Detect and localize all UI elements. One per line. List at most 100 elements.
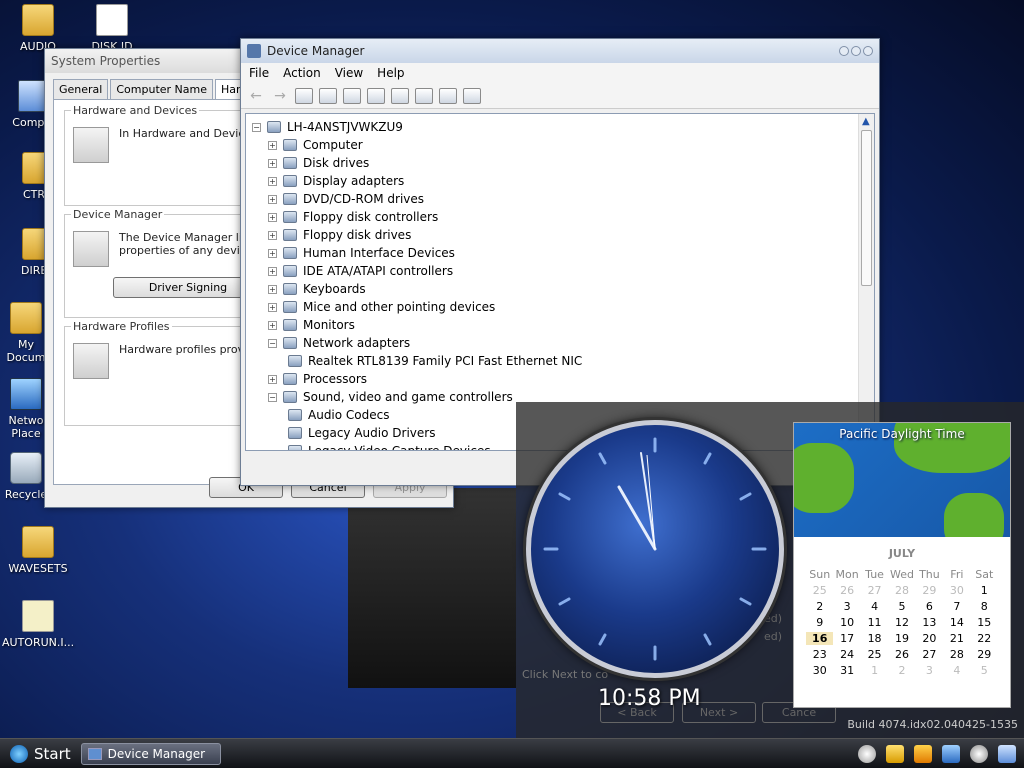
calendar-day[interactable]: 26 (833, 584, 860, 597)
calendar-day[interactable]: 24 (833, 648, 860, 661)
calendar-day[interactable]: 1 (971, 584, 998, 597)
device-category[interactable]: + Floppy disk drives (268, 226, 874, 244)
calendar-day[interactable]: 25 (806, 584, 833, 597)
device-manager-titlebar[interactable]: Device Manager (241, 39, 879, 63)
calendar-day[interactable]: 28 (943, 648, 970, 661)
close-button[interactable] (863, 46, 873, 56)
calendar-day[interactable]: 16 (806, 632, 834, 645)
expand-icon[interactable]: + (268, 230, 277, 240)
calendar-day[interactable]: 19 (888, 632, 915, 645)
uninstall-device-icon[interactable] (463, 87, 481, 104)
calendar-day[interactable]: 7 (943, 600, 970, 613)
calendar-day[interactable]: 27 (916, 648, 943, 661)
calendar-day[interactable]: 5 (971, 664, 998, 677)
scan-hardware-changes-icon[interactable] (391, 87, 409, 104)
device-category[interactable]: + Floppy disk controllers (268, 208, 874, 226)
expand-icon[interactable]: + (268, 248, 277, 258)
forward-arrow-icon[interactable]: → (271, 88, 289, 104)
expand-icon[interactable]: + (268, 320, 277, 330)
calendar-day[interactable]: 4 (861, 600, 888, 613)
expand-icon[interactable]: + (268, 374, 277, 384)
calendar-day[interactable]: 23 (806, 648, 833, 661)
calendar-day[interactable]: 15 (971, 616, 998, 629)
calendar-day[interactable]: 9 (806, 616, 833, 629)
collapse-icon[interactable]: − (268, 392, 277, 402)
calendar-day[interactable]: 18 (861, 632, 888, 645)
device-item[interactable]: Realtek RTL8139 Family PCI Fast Ethernet… (268, 352, 874, 370)
tab-general[interactable]: General (53, 79, 109, 99)
back-arrow-icon[interactable]: ← (247, 88, 265, 104)
device-category[interactable]: + Mice and other pointing devices (268, 298, 874, 316)
menu-action[interactable]: Action (283, 66, 321, 80)
device-category[interactable]: + IDE ATA/ATAPI controllers (268, 262, 874, 280)
calendar-day[interactable]: 14 (943, 616, 970, 629)
expand-icon[interactable]: + (268, 176, 277, 186)
calendar-day[interactable]: 4 (943, 664, 970, 677)
device-category[interactable]: + Monitors (268, 316, 874, 334)
start-button[interactable]: Start (0, 739, 81, 768)
calendar-day[interactable]: 13 (916, 616, 943, 629)
desktop-icon-wavesets[interactable]: WAVESETS (2, 526, 74, 575)
calendar-day[interactable]: 17 (833, 632, 860, 645)
sidebar-icon[interactable] (858, 744, 876, 763)
expand-icon[interactable]: + (268, 212, 277, 222)
collapse-icon[interactable]: − (252, 122, 261, 132)
flag-icon[interactable] (886, 744, 904, 763)
expand-icon[interactable]: + (268, 266, 277, 276)
calendar-day[interactable]: 30 (943, 584, 970, 597)
menu-file[interactable]: File (249, 66, 269, 80)
calendar-day[interactable]: 5 (888, 600, 915, 613)
calendar-day[interactable]: 3 (833, 600, 860, 613)
calendar-day[interactable]: 11 (861, 616, 888, 629)
calendar-day[interactable]: 29 (916, 584, 943, 597)
expand-icon[interactable]: + (268, 158, 277, 168)
calendar-day[interactable]: 27 (861, 584, 888, 597)
calendar-day[interactable]: 22 (971, 632, 998, 645)
power-icon[interactable] (914, 744, 932, 763)
device-category[interactable]: + Processors (268, 370, 874, 388)
calendar-day[interactable]: 30 (806, 664, 833, 677)
tab-computer-name[interactable]: Computer Name (110, 79, 213, 99)
desktop-icon-autorun[interactable]: AUTORUN.I... (2, 600, 74, 649)
vertical-scrollbar[interactable]: ▲ (858, 114, 874, 450)
calendar-day[interactable]: 26 (888, 648, 915, 661)
desktop-icon-disk-id[interactable]: DISK ID (76, 4, 148, 53)
calendar-day[interactable]: 25 (861, 648, 888, 661)
calendar-day[interactable]: 8 (971, 600, 998, 613)
device-category[interactable]: + Computer (268, 136, 874, 154)
expand-icon[interactable]: + (268, 194, 277, 204)
show-hide-action-pane-icon[interactable] (367, 87, 385, 104)
calendar-day[interactable]: 3 (916, 664, 943, 677)
calendar-day[interactable]: 12 (888, 616, 915, 629)
calendar-day[interactable]: 2 (888, 664, 915, 677)
menu-help[interactable]: Help (377, 66, 404, 80)
calendar-day[interactable]: 29 (971, 648, 998, 661)
calendar-day[interactable]: 10 (833, 616, 860, 629)
scroll-up-arrow-icon[interactable]: ▲ (862, 116, 870, 127)
calendar-day[interactable]: 31 (833, 664, 860, 677)
help-icon[interactable] (343, 87, 361, 104)
scrollbar-thumb[interactable] (861, 130, 872, 286)
device-category[interactable]: + Human Interface Devices (268, 244, 874, 262)
expand-icon[interactable]: + (268, 140, 277, 150)
collapse-icon[interactable]: − (268, 338, 277, 348)
analog-clock-gadget[interactable] (526, 420, 784, 678)
device-category[interactable]: + Display adapters (268, 172, 874, 190)
expand-icon[interactable]: + (268, 284, 277, 294)
properties-icon[interactable] (319, 87, 337, 104)
maximize-button[interactable] (851, 46, 861, 56)
device-category[interactable]: − Network adapters (268, 334, 874, 352)
calendar-day[interactable]: 21 (943, 632, 970, 645)
device-category[interactable]: + Disk drives (268, 154, 874, 172)
calendar-day[interactable]: 28 (888, 584, 915, 597)
calendar-day[interactable]: 6 (916, 600, 943, 613)
device-category[interactable]: + DVD/CD-ROM drives (268, 190, 874, 208)
show-hide-console-tree-icon[interactable] (295, 87, 313, 104)
calendar-gadget[interactable]: Pacific Daylight Time JULY Sun Mon Tue Wed T… (793, 422, 1011, 708)
minimize-button[interactable] (839, 46, 849, 56)
clock-icon[interactable] (970, 744, 988, 763)
network-icon[interactable] (942, 744, 960, 763)
device-category[interactable]: + Keyboards (268, 280, 874, 298)
tree-root[interactable]: − LH-4ANSTJVWKZU9 (252, 118, 874, 136)
taskbar-item-device-manager[interactable]: Device Manager (80, 742, 221, 765)
